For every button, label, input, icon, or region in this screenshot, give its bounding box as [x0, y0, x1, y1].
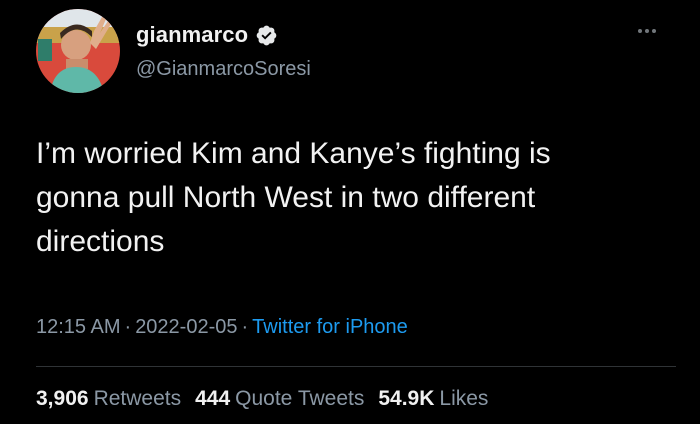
tweet-time[interactable]: 12:15 AM — [36, 316, 121, 338]
more-options-icon[interactable] — [638, 26, 662, 36]
verified-badge-icon — [256, 25, 277, 45]
retweets-count: 3,906 — [36, 387, 89, 410]
more-dot — [652, 29, 656, 33]
tweet-text: I’m worried Kim and Kanye’s fighting is … — [36, 137, 551, 258]
meta-separator: · — [124, 316, 132, 338]
likes-label: Likes — [439, 387, 489, 410]
tweet-date[interactable]: 2022-02-05 — [135, 316, 237, 338]
meta-separator: · — [241, 316, 249, 338]
retweets-stat[interactable]: 3,906 Retweets — [36, 387, 181, 411]
display-name-text: gianmarco — [136, 22, 249, 47]
retweets-label: Retweets — [93, 387, 182, 410]
user-handle[interactable]: @GianmarcoSoresi — [136, 58, 311, 81]
more-dot — [645, 29, 649, 33]
engagement-stats: 3,906 Retweets 444 Quote Tweets 54.9K Likes — [36, 387, 488, 411]
quote-tweets-stat[interactable]: 444 Quote Tweets — [195, 387, 364, 411]
avatar[interactable] — [36, 9, 120, 93]
quote-tweets-count: 444 — [195, 387, 231, 410]
tweet-meta: 12:15 AM · 2022-02-05 · Twitter for iPhone — [36, 316, 408, 339]
more-dot — [638, 29, 642, 33]
display-name[interactable]: gianmarco — [136, 22, 278, 48]
likes-stat[interactable]: 54.9K Likes — [378, 387, 488, 411]
divider — [36, 366, 676, 367]
likes-count: 54.9K — [378, 387, 435, 410]
avatar-image — [36, 9, 120, 93]
tweet-card: gianmarco @GianmarcoSoresi I’m worried K… — [0, 0, 700, 424]
tweet-source-link[interactable]: Twitter for iPhone — [252, 316, 408, 338]
quote-tweets-label: Quote Tweets — [235, 387, 365, 410]
